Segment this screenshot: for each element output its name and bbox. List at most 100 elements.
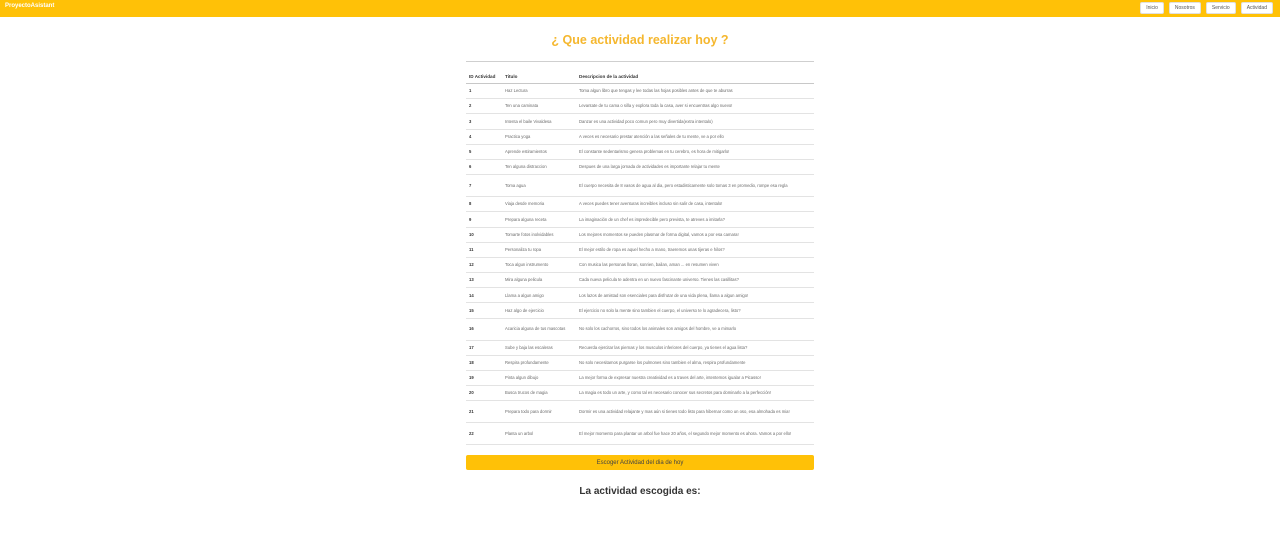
table-row: 8 Viaja desde memoria A veces puedes tener… <box>466 196 814 213</box>
table-header-row: ID Actividad Titulo Descripcion de la ac… <box>466 61 814 84</box>
cell-id: 4 <box>466 129 502 145</box>
cell-id: 5 <box>466 144 502 160</box>
cell-id: 20 <box>466 385 502 402</box>
cell-title: Toma agua <box>502 174 576 198</box>
cell-id: 9 <box>466 211 502 228</box>
activities-table-container: ID Actividad Titulo Descripcion de la ac… <box>466 61 814 446</box>
cell-id: 7 <box>466 174 502 198</box>
cell-id: 11 <box>466 242 502 258</box>
nav-nosotros-button[interactable]: Nosotros <box>1168 2 1201 14</box>
cell-id: 14 <box>466 287 502 304</box>
cell-description: Despues de una larga jornada de activida… <box>576 159 814 176</box>
table-row: 6 Ten alguna distraccion Despues de una la… <box>466 159 814 176</box>
cell-description: Levantate de tu cama o silla y explora t… <box>576 98 814 115</box>
cell-id: 2 <box>466 98 502 115</box>
chosen-activity-label: La actividad escogida es: <box>579 486 701 497</box>
cell-title: Aprende estiramientos <box>502 144 576 160</box>
cell-id: 18 <box>466 355 502 372</box>
cell-id: 22 <box>466 422 502 446</box>
cell-title: Respira profundamente <box>502 355 576 372</box>
table-row: 17 Sube y baja las escaleras Recuerda ejer… <box>466 340 814 356</box>
table-row: 15 Haz algo de ejercicio El ejercicio no s… <box>466 302 814 319</box>
cell-title: Haz Lectura <box>502 83 576 100</box>
cell-description: Dormir es una actividad relajante y mas … <box>576 400 814 424</box>
cell-title: Pinta algun dibujo <box>502 370 576 387</box>
cell-id: 13 <box>466 272 502 289</box>
cell-description: Con musica las personas lloran, sonrien,… <box>576 257 814 274</box>
pick-activity-button[interactable]: Escoger Actividad del dia de hoy <box>466 455 814 470</box>
cell-id: 21 <box>466 400 502 424</box>
cell-description: Cada nueva pelicula te adentra en un nue… <box>576 272 814 289</box>
cell-id: 17 <box>466 340 502 356</box>
table-row: 9 Prepara alguna receta La imaginación de … <box>466 211 814 228</box>
table-row: 7 Toma agua El cuerpo necesita de 8 vasos … <box>466 174 814 198</box>
cell-id: 19 <box>466 370 502 387</box>
activities-table: ID Actividad Titulo Descripcion de la ac… <box>466 61 814 446</box>
table-body: 1 Haz Lectura Toma algun libro que tengas … <box>466 83 814 446</box>
cell-title: Busca trucos de magia <box>502 385 576 402</box>
cell-description: No solo los cachorros, sino todos los an… <box>576 318 814 341</box>
cell-title: Acaricia alguna de tus mascotas <box>502 318 576 341</box>
column-header-id: ID Actividad <box>466 61 502 84</box>
top-navbar: ProyectoAsistant Inicio Nosotros Servici… <box>0 0 1280 17</box>
cell-description: A veces es necesario prestar atención a … <box>576 129 814 145</box>
nav-inicio-button[interactable]: Inicio <box>1140 2 1164 14</box>
cell-description: El mejor estilo de ropa es aquel hecho a… <box>576 242 814 258</box>
cell-title: Mira alguna pelicula <box>502 272 576 289</box>
cell-title: Ten alguna distraccion <box>502 159 576 176</box>
table-row: 18 Respira profundamente No solo necesitam… <box>466 355 814 372</box>
column-header-description: Descripcion de la actividad <box>576 61 814 84</box>
table-row: 22 Planta un arbol El mejor momento para p… <box>466 422 814 446</box>
cell-description: Los lazos de amistad son esenciales para… <box>576 287 814 304</box>
nav-servicio-button[interactable]: Servicio <box>1205 2 1236 14</box>
cell-title: Personaliza tu ropa <box>502 242 576 258</box>
table-row: 19 Pinta algun dibujo La mejor forma de ex… <box>466 370 814 387</box>
cell-id: 10 <box>466 227 502 243</box>
cell-id: 8 <box>466 196 502 213</box>
table-row: 3 Intenta el baile Vivaldesa Danzar es una… <box>466 113 814 130</box>
cell-title: Viaja desde memoria <box>502 196 576 213</box>
cell-title: Haz algo de ejercicio <box>502 302 576 319</box>
cell-title: Toca algun instrumento <box>502 257 576 274</box>
cell-description: El ejercicio no solo la mente sino tambi… <box>576 302 814 319</box>
table-row: 12 Toca algun instrumento Con musica las p… <box>466 257 814 274</box>
cell-description: Recuerda ejercitar las piernas y los mus… <box>576 340 814 356</box>
column-header-title: Titulo <box>502 61 576 84</box>
cell-title: Planta un arbol <box>502 422 576 446</box>
cell-title: Tomarte fotos inolvidables <box>502 227 576 243</box>
nav-actividad-button[interactable]: Actividad <box>1240 2 1273 14</box>
cell-id: 12 <box>466 257 502 274</box>
cell-description: La mejor forma de expresar nuestra creat… <box>576 370 814 387</box>
brand-logo[interactable]: ProyectoAsistant <box>5 3 54 9</box>
table-row: 14 Llama a algun amigo Los lazos de amista… <box>466 287 814 304</box>
cell-description: El cuerpo necesita de 8 vasos de agua al… <box>576 174 814 198</box>
cell-title: Sube y baja las escaleras <box>502 340 576 356</box>
cell-title: Llama a algun amigo <box>502 287 576 304</box>
cell-id: 15 <box>466 302 502 319</box>
cell-description: El mejor momento para plantar un arbol f… <box>576 422 814 446</box>
cell-id: 3 <box>466 113 502 130</box>
cell-title: Ten una caminata <box>502 98 576 115</box>
cell-id: 6 <box>466 159 502 176</box>
page-title: ¿ Que actividad realizar hoy ? <box>551 33 729 47</box>
cell-title: Practica yoga <box>502 129 576 145</box>
cell-title: Prepara alguna receta <box>502 211 576 228</box>
cell-title: Intenta el baile Vivaldesa <box>502 113 576 130</box>
table-row: 10 Tomarte fotos inolvidables Los mejores … <box>466 227 814 243</box>
table-row: 1 Haz Lectura Toma algun libro que tengas … <box>466 83 814 100</box>
table-row: 5 Aprende estiramientos El constante seden… <box>466 144 814 160</box>
cell-id: 1 <box>466 83 502 100</box>
table-row: 13 Mira alguna pelicula Cada nueva pelicul… <box>466 272 814 289</box>
table-row: 16 Acaricia alguna de tus mascotas No solo… <box>466 318 814 341</box>
table-row: 4 Practica yoga A veces es necesario prest… <box>466 129 814 145</box>
table-row: 20 Busca trucos de magia La magia es todo … <box>466 385 814 402</box>
table-row: 2 Ten una caminata Levantate de tu cama o … <box>466 98 814 115</box>
cell-description: Los mejores momentos se pueden plasmar d… <box>576 227 814 243</box>
nav-menu: Inicio Nosotros Servicio Actividad <box>1140 2 1273 14</box>
cell-description: Toma algun libro que tengas y lee todas … <box>576 83 814 100</box>
table-row: 11 Personaliza tu ropa El mejor estilo de … <box>466 242 814 258</box>
cell-description: No solo necesitamos purgarse los pulmone… <box>576 355 814 372</box>
cell-description: El constante sedentarismo genera problem… <box>576 144 814 160</box>
cell-description: Danzar es una actividad poco comun pero … <box>576 113 814 130</box>
cell-description: A veces puedes tener aventuras increible… <box>576 196 814 213</box>
